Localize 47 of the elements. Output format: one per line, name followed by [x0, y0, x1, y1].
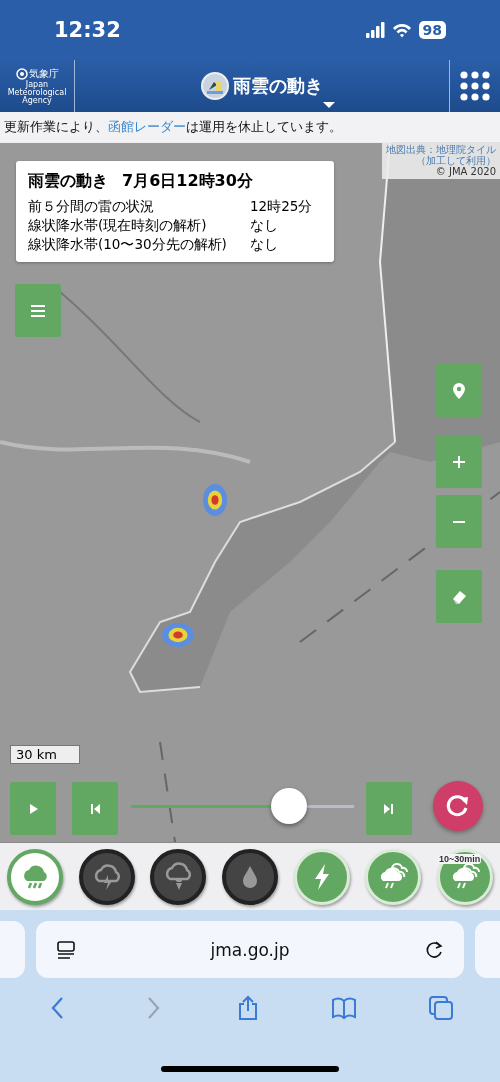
pin-icon — [450, 381, 468, 400]
tabs-icon[interactable] — [428, 995, 455, 1021]
attribution-text: （加工して利用） — [416, 155, 496, 166]
layer-label: 10~30min — [437, 853, 482, 864]
agency-subtitle: Japan Meteorological Agency — [6, 81, 68, 105]
info-datetime: 7月6日12時30分 — [122, 171, 253, 192]
minus-icon — [453, 520, 465, 523]
book-icon[interactable] — [331, 995, 358, 1021]
agency-logo-icon — [15, 68, 28, 80]
caret-icon[interactable] — [323, 102, 335, 108]
info-label: 前５分間の雷の状況 — [28, 197, 155, 216]
notice-text: 更新作業により、函館レーダーは運用を休止しています。 — [3, 118, 343, 136]
address-bar[interactable]: jma.go.jp — [36, 921, 464, 978]
page-title: 雨雲の動き — [233, 74, 323, 98]
rain-echo — [162, 623, 194, 647]
battery-level: 98 — [418, 21, 446, 39]
layer-toggle-button[interactable]: 10~30min — [436, 848, 493, 905]
page-menu-icon[interactable] — [56, 939, 76, 960]
menu-button[interactable] — [15, 284, 61, 337]
info-label: 線状降水帯(10〜30分先の解析) — [28, 235, 228, 254]
layer-toggle-button[interactable] — [78, 848, 135, 905]
next-button[interactable] — [366, 782, 412, 835]
info-value: なし — [250, 235, 278, 254]
radar-link[interactable]: 函館レーダー — [108, 119, 186, 134]
map-scale: 30 km — [10, 745, 80, 764]
info-value: 12時25分 — [250, 197, 313, 216]
wifi-icon — [391, 22, 412, 38]
rain-echo — [203, 484, 227, 516]
info-title: 雨雲の動き — [28, 171, 108, 192]
agency-name: 気象庁 — [28, 67, 59, 80]
url-text: jma.go.jp — [210, 939, 290, 960]
refresh-icon — [446, 794, 470, 818]
grid-icon — [460, 71, 490, 101]
previous-button[interactable] — [72, 782, 118, 835]
eraser-button[interactable] — [436, 570, 482, 623]
info-label: 線状降水帯(現在時刻の解析) — [28, 216, 208, 235]
clock-time: 12:32 — [54, 18, 121, 42]
location-button[interactable] — [436, 364, 482, 417]
radar-icon — [201, 72, 229, 100]
signal-icon — [365, 22, 385, 38]
info-value: なし — [250, 216, 278, 235]
attribution-text: 地図出典：地理院タイル — [386, 144, 496, 155]
reload-icon[interactable] — [424, 939, 444, 960]
layer-toggle-button[interactable] — [7, 848, 63, 905]
layer-toggle-button[interactable] — [221, 848, 278, 905]
layer-toggle-button[interactable] — [150, 848, 207, 905]
attribution-text: © JMA 2020 — [434, 166, 496, 177]
